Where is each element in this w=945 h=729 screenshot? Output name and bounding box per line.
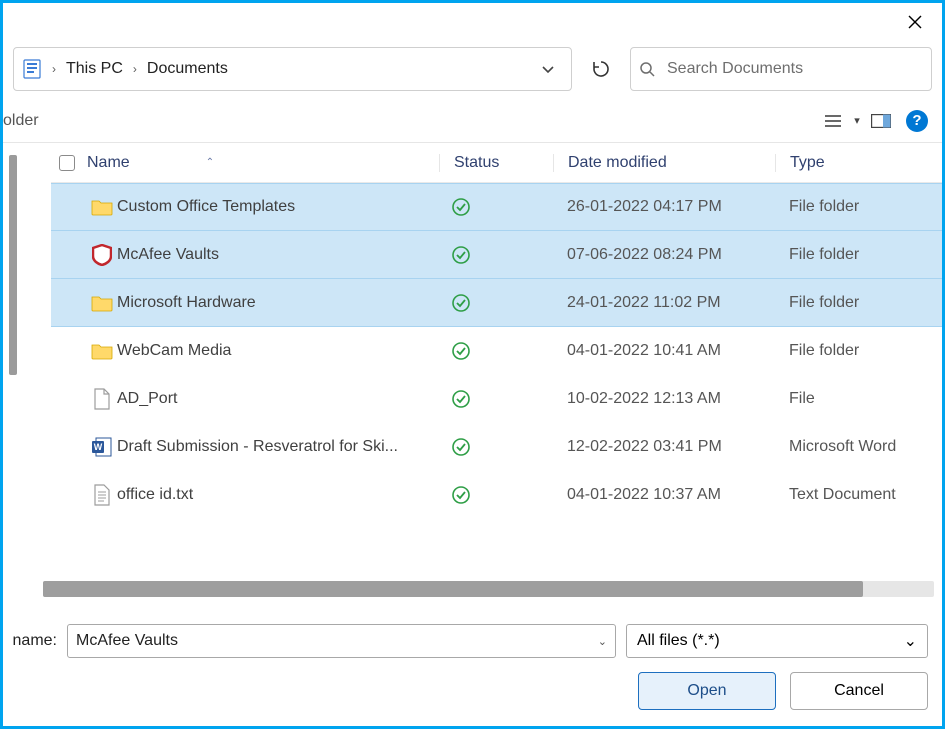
file-type: File folder (775, 198, 942, 216)
titlebar (3, 3, 942, 45)
file-type: File folder (775, 246, 942, 264)
filename-label: name: (3, 632, 57, 650)
file-row[interactable]: office id.txt 04-01-2022 10:37 AMText Doc… (51, 471, 942, 519)
nav-pane-scrollbar[interactable] (3, 143, 21, 575)
close-icon (908, 15, 922, 29)
sync-status-icon (439, 245, 553, 265)
filename-value: McAfee Vaults (76, 632, 178, 650)
filter-value: All files (*.*) (637, 632, 720, 650)
preview-pane-button[interactable] (864, 104, 898, 138)
file-type: File folder (775, 294, 942, 312)
preview-pane-icon (871, 114, 891, 128)
list-view-icon (824, 114, 842, 128)
file-date: 07-06-2022 08:24 PM (553, 246, 775, 264)
chevron-right-icon[interactable]: › (46, 62, 62, 76)
file-date: 04-01-2022 10:37 AM (553, 486, 775, 504)
file-type-filter[interactable]: All files (*.*) ⌄ (626, 624, 928, 658)
view-dropdown[interactable]: ▾ (850, 104, 864, 138)
file-row[interactable]: W Draft Submission - Resveratrol for Ski.… (51, 423, 942, 471)
text-icon (87, 484, 117, 506)
file-name: Custom Office Templates (117, 198, 439, 216)
column-type[interactable]: Type (775, 154, 942, 172)
sync-status-icon (439, 437, 553, 457)
file-name: McAfee Vaults (117, 246, 439, 264)
file-row[interactable]: WebCam Media 04-01-2022 10:41 AMFile fold… (51, 327, 942, 375)
mcafee-icon (87, 244, 117, 266)
file-date: 04-01-2022 10:41 AM (553, 342, 775, 360)
refresh-icon (591, 59, 611, 79)
svg-text:W: W (94, 442, 103, 452)
file-open-dialog: › This PC › Documents (0, 0, 945, 729)
horizontal-scrollbar[interactable] (43, 581, 934, 597)
address-dropdown[interactable] (541, 62, 565, 76)
file-name: office id.txt (117, 486, 439, 504)
sync-status-icon (439, 485, 553, 505)
refresh-button[interactable] (582, 47, 620, 91)
select-all-checkbox[interactable] (59, 155, 75, 171)
file-date: 10-02-2022 12:13 AM (553, 390, 775, 408)
help-icon: ? (912, 112, 921, 129)
close-button[interactable] (894, 3, 936, 41)
breadcrumb-documents[interactable]: Documents (143, 56, 232, 82)
open-button[interactable]: Open (638, 672, 776, 710)
file-name: Microsoft Hardware (117, 294, 439, 312)
file-date: 12-02-2022 03:41 PM (553, 438, 775, 456)
chevron-down-icon: ⌄ (904, 631, 917, 651)
folder-icon (87, 294, 117, 312)
toolbar: older ▾ ? (3, 99, 942, 143)
sync-status-icon (439, 197, 553, 217)
folder-icon (87, 198, 117, 216)
search-icon (639, 61, 655, 77)
file-date: 24-01-2022 11:02 PM (553, 294, 775, 312)
help-button[interactable]: ? (906, 110, 928, 132)
toolbar-organize-truncated[interactable]: older (3, 112, 39, 130)
sort-ascending-icon: ⌃ (206, 157, 214, 168)
chevron-right-icon[interactable]: › (127, 62, 143, 76)
location-icon (22, 58, 42, 80)
file-date: 26-01-2022 04:17 PM (553, 198, 775, 216)
file-row[interactable]: McAfee Vaults 07-06-2022 08:24 PMFile fol… (51, 231, 942, 279)
file-row[interactable]: Microsoft Hardware 24-01-2022 11:02 PMFil… (51, 279, 942, 327)
column-name[interactable]: Name ⌃ (87, 154, 439, 172)
file-name: WebCam Media (117, 342, 439, 360)
chevron-down-icon (541, 62, 555, 76)
file-type: Text Document (775, 486, 942, 504)
view-list-button[interactable] (816, 104, 850, 138)
sync-status-icon (439, 389, 553, 409)
file-row[interactable]: AD_Port 10-02-2022 12:13 AMFile (51, 375, 942, 423)
column-date[interactable]: Date modified (553, 154, 775, 172)
file-name: AD_Port (117, 390, 439, 408)
chevron-down-icon[interactable]: ⌄ (598, 635, 607, 648)
filename-input[interactable]: McAfee Vaults ⌄ (67, 624, 616, 658)
sync-status-icon (439, 341, 553, 361)
folder-icon (87, 342, 117, 360)
file-row[interactable]: Custom Office Templates 26-01-2022 04:17 … (51, 183, 942, 231)
blank-icon (87, 388, 117, 410)
sync-status-icon (439, 293, 553, 313)
search-placeholder: Search Documents (667, 60, 803, 78)
address-bar[interactable]: › This PC › Documents (13, 47, 572, 91)
word-icon: W (87, 436, 117, 458)
column-headers: Name ⌃ Status Date modified Type (51, 143, 942, 183)
column-status[interactable]: Status (439, 154, 553, 172)
cancel-button[interactable]: Cancel (790, 672, 928, 710)
file-name: Draft Submission - Resveratrol for Ski..… (117, 438, 439, 456)
file-type: Microsoft Word (775, 438, 942, 456)
search-input[interactable]: Search Documents (630, 47, 932, 91)
breadcrumb-this-pc[interactable]: This PC (62, 56, 127, 82)
file-type: File (775, 390, 942, 408)
file-type: File folder (775, 342, 942, 360)
